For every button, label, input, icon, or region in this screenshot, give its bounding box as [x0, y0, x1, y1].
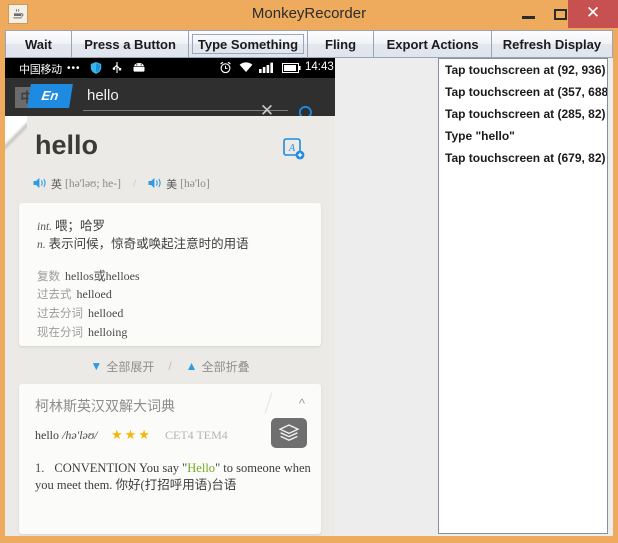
toolbar-button-label: Type Something: [197, 36, 299, 52]
cell-signal-icon: [259, 62, 275, 76]
language-toggle[interactable]: 中 En: [15, 84, 73, 110]
inflection-row: 复数 hellos或helloes: [37, 267, 140, 284]
inflection-key: 过去式: [37, 289, 72, 301]
divider: [264, 392, 273, 414]
layers-icon[interactable]: [271, 418, 307, 448]
collins-sense: 1. CONVENTION You say "Hello" to someone …: [35, 460, 315, 494]
definition-pos: int.: [37, 221, 53, 233]
application-window: MonkeyRecorder ✕ Wait Press a Button Type …: [0, 0, 618, 543]
pron-us-value: [hə'lo]: [180, 178, 210, 190]
dictionary-search-bar: 中 En hello ✕: [5, 78, 335, 123]
title-bar: MonkeyRecorder ✕: [0, 0, 618, 28]
toolbar-button-label: Press a Button: [84, 36, 176, 52]
collapse-all-button[interactable]: ▲ 全部折叠: [186, 358, 250, 375]
toolbar: Wait Press a Button Type Something Fling Exp…: [5, 30, 614, 58]
toolbar-button-press-a-button[interactable]: Press a Button: [70, 30, 189, 58]
expand-all-button[interactable]: ▼ 全部展开: [90, 358, 154, 375]
pron-us-label: 美: [166, 179, 178, 191]
sense-text-a: You say ": [138, 461, 188, 475]
inflection-row: 过去分词 helloed: [37, 305, 123, 321]
android-status-bar: 中国移动 ••• 14:43: [5, 58, 335, 78]
collapse-all-label: 全部折叠: [201, 359, 250, 374]
battery-icon: [282, 63, 301, 76]
more-icons-indicator: •••: [67, 63, 81, 74]
collins-title: 柯林斯英汉双解大词典: [35, 398, 175, 414]
log-item[interactable]: Type "hello": [439, 125, 607, 147]
log-item[interactable]: Tap touchscreen at (92, 936): [439, 59, 607, 81]
maximize-icon: [554, 9, 567, 20]
collins-star-rating: ★★★: [111, 427, 152, 442]
toolbar-button-export-actions[interactable]: Export Actions: [373, 30, 491, 58]
pron-uk-value: [hə'ləʊ; he-]: [65, 178, 121, 190]
device-screen-mirror[interactable]: 中国移动 ••• 14:43 中 En hello ✕ hello A 英 [h…: [5, 58, 335, 536]
page-curl-decoration: [5, 116, 27, 156]
collins-word: hello/hə'ləʊ/: [35, 428, 97, 443]
inflection-value: helloed: [76, 287, 112, 301]
expand-collapse-row: ▼ 全部展开 / ▲ 全部折叠: [5, 354, 335, 378]
chevron-double-down-icon: ▼: [90, 359, 103, 373]
inflection-value: helloed: [88, 306, 124, 320]
inflection-row: 过去式 helloed: [37, 286, 112, 302]
sense-type: CONVENTION: [54, 461, 137, 475]
definition-line: n. 表示问候，惊奇或唤起注意时的用语: [37, 233, 249, 252]
collins-dictionary-card: 柯林斯英汉双解大词典 ^ hello/hə'ləʊ/ ★★★ CET4 TEM4: [19, 384, 321, 534]
status-bar-clock: 14:43: [305, 61, 334, 73]
search-input-value: hello: [87, 87, 119, 104]
pron-uk-label: 英: [51, 179, 62, 191]
headword: hello: [35, 130, 99, 160]
carrier-label: 中国移动: [19, 64, 62, 76]
minimize-icon: [522, 16, 535, 19]
definition-text: 表示问候，惊奇或唤起注意时的用语: [48, 237, 249, 251]
toolbar-button-type-something[interactable]: Type Something: [188, 30, 307, 58]
toolbar-button-label: Refresh Display: [502, 36, 602, 52]
log-item[interactable]: Tap touchscreen at (285, 82): [439, 103, 607, 125]
log-item[interactable]: Tap touchscreen at (679, 82): [439, 147, 607, 169]
log-item[interactable]: Tap touchscreen at (357, 688): [439, 81, 607, 103]
expand-separator: /: [168, 359, 172, 373]
usb-icon: [111, 61, 123, 78]
pron-separator: /: [132, 178, 137, 190]
svg-text:A: A: [288, 143, 296, 154]
dictionary-content[interactable]: hello A 英 [hə'ləʊ; he-] / 美 [hə'lo] int.…: [5, 116, 335, 536]
expand-all-label: 全部展开: [106, 359, 155, 374]
definition-text: 喂；哈罗: [55, 219, 106, 233]
inflection-value: hellos或helloes: [65, 269, 140, 283]
collins-exam-tags: CET4 TEM4: [165, 428, 228, 442]
inflection-value: helloing: [88, 325, 128, 339]
collins-word-text: hello: [35, 428, 59, 442]
android-robot-icon: [131, 62, 147, 76]
content-area: 中国移动 ••• 14:43 中 En hello ✕ hello A 英 [h…: [5, 58, 613, 536]
toolbar-button-label: Wait: [24, 36, 52, 52]
toolbar-button-fling[interactable]: Fling: [306, 30, 374, 58]
inflection-row: 现在分词 helloing: [37, 324, 127, 340]
inflection-key: 复数: [37, 271, 60, 283]
sense-highlight: Hello: [187, 461, 216, 475]
toolbar-button-label: Export Actions: [386, 36, 479, 52]
inflection-key: 过去分词: [37, 308, 83, 320]
language-toggle-en[interactable]: En: [27, 84, 73, 108]
action-log-panel[interactable]: Tap touchscreen at (92, 936) Tap touchscr…: [438, 58, 608, 534]
alarm-clock-icon: [219, 61, 232, 77]
definition-pos: n.: [37, 239, 46, 251]
collins-ipa: /hə'ləʊ/: [62, 428, 98, 442]
definition-card: int. 喂；哈罗 n. 表示问候，惊奇或唤起注意时的用语 复数 hellos或hel…: [19, 203, 321, 346]
chevron-up-icon[interactable]: ^: [299, 396, 305, 411]
chevron-double-up-icon: ▲: [185, 359, 198, 373]
close-button[interactable]: ✕: [568, 0, 618, 28]
minimize-button[interactable]: [512, 0, 546, 28]
sense-number: 1.: [35, 461, 45, 475]
toolbar-button-label: Fling: [325, 36, 357, 52]
speaker-icon-uk[interactable]: [33, 177, 47, 192]
shield-icon: [89, 61, 103, 78]
sense-text-b: " to someone: [215, 461, 281, 475]
definition-line: int. 喂；哈罗: [37, 215, 105, 234]
inflection-key: 现在分词: [37, 327, 83, 339]
toolbar-button-refresh-display[interactable]: Refresh Display: [490, 30, 614, 58]
toolbar-button-wait[interactable]: Wait: [5, 30, 71, 58]
pronunciation-row: 英 [hə'ləʊ; he-] / 美 [hə'lo]: [33, 174, 323, 194]
wifi-icon: [239, 62, 253, 76]
add-to-wordbook-icon[interactable]: A: [283, 138, 305, 165]
close-icon: ✕: [585, 3, 601, 22]
speaker-icon-us[interactable]: [148, 177, 162, 192]
